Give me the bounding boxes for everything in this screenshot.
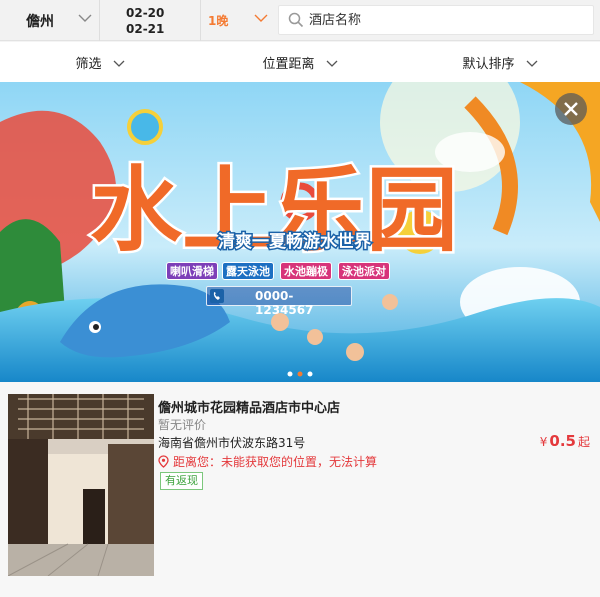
banner-tag: 喇叭滑梯: [166, 262, 218, 280]
hotel-address: 海南省儋州市伏波东路31号: [158, 436, 306, 450]
hotel-search-input[interactable]: [309, 10, 579, 30]
hotel-price: ¥0.5 起: [540, 432, 590, 450]
banner-slogan: 清爽一夏畅游水世界: [218, 231, 371, 251]
location-pin-icon: [158, 455, 169, 468]
hotel-rating: 暂无评价: [158, 418, 207, 432]
banner-tag: 水池蹦极: [280, 262, 332, 280]
nights-selector[interactable]: 1晚: [202, 0, 278, 41]
filter-tab-filter[interactable]: 筛选: [0, 42, 200, 82]
search-bar: 儋州 02-20 02-21 1晚: [0, 0, 600, 41]
banner-image: 水上乐园 清爽一夏畅游水世界: [0, 82, 600, 382]
nights-label: 1晚: [208, 14, 229, 28]
phone-icon: [210, 289, 224, 303]
banner-tag: 泳池派对: [338, 262, 390, 280]
filter-tab-sort[interactable]: 默认排序: [400, 42, 600, 82]
filter-tab-location[interactable]: 位置距离: [200, 42, 400, 82]
hotel-photo: [8, 394, 154, 576]
banner-contact: 0000-1234567: [206, 286, 352, 317]
hotel-list-item[interactable]: 儋州城市花园精品酒店市中心店 暂无评价 海南省儋州市伏波东路31号 距离您：未能…: [0, 382, 600, 597]
filter-label: 默认排序: [462, 57, 515, 72]
price-value: 0.5: [549, 432, 576, 450]
hotel-name[interactable]: 儋州城市花园精品酒店市中心店: [158, 397, 340, 416]
chevron-down-icon: [78, 14, 92, 22]
banner-tag: 露天泳池: [222, 262, 274, 280]
price-suffix: 起: [577, 435, 590, 449]
filter-label: 位置距离: [262, 57, 315, 72]
chevron-down-icon: [526, 60, 538, 67]
hotel-distance: 距离您：未能获取您的位置，无法计算: [158, 453, 377, 470]
city-label: 儋州: [26, 14, 54, 30]
chevron-down-icon: [326, 60, 338, 67]
chevron-down-icon: [113, 60, 125, 67]
checkout-date: 02-21: [126, 22, 165, 36]
promo-banner[interactable]: 水上乐园 清爽一夏畅游水世界: [0, 82, 600, 382]
checkin-date: 02-20: [126, 6, 165, 20]
banner-tags: 喇叭滑梯 露天泳池 水池蹦极 泳池派对: [166, 262, 392, 282]
chevron-down-icon: [254, 14, 268, 22]
date-selector[interactable]: 02-20 02-21: [101, 0, 201, 41]
search-icon: [288, 12, 304, 28]
search-box[interactable]: [278, 5, 594, 35]
city-selector[interactable]: 儋州: [0, 0, 100, 41]
filter-bar: 筛选 位置距离 默认排序: [0, 42, 600, 82]
distance-text: 距离您：未能获取您的位置，无法计算: [173, 455, 378, 469]
cashback-badge: 有返现: [160, 472, 203, 490]
close-icon: [564, 102, 578, 116]
filter-label: 筛选: [75, 57, 102, 72]
banner-phone: 0000-1234567: [255, 289, 314, 317]
price-currency: ¥: [539, 435, 548, 449]
banner-close-button[interactable]: [555, 93, 587, 125]
